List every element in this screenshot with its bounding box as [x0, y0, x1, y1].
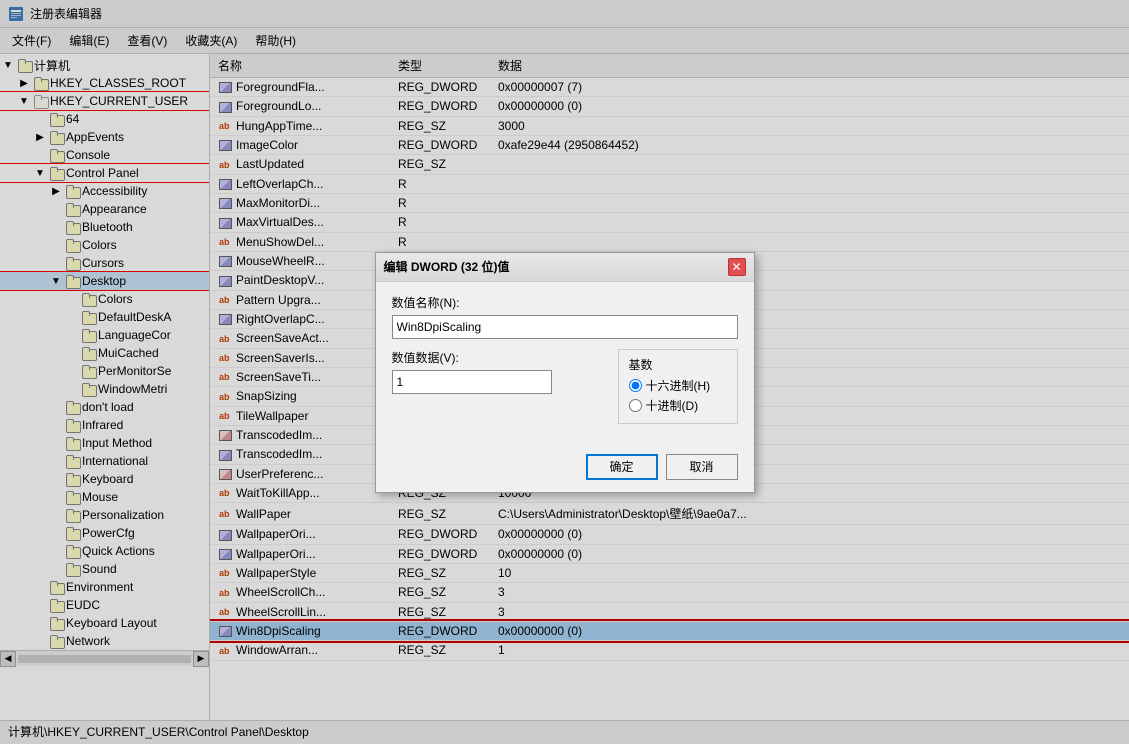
dialog-name-label: 数值名称(N):	[392, 294, 738, 311]
dialog-base-title: 基数	[629, 356, 727, 373]
dialog-title: 编辑 DWORD (32 位)值	[384, 258, 510, 275]
dialog-data-label: 数值数据(V):	[392, 349, 602, 366]
dialog-confirm-button[interactable]: 确定	[586, 454, 658, 480]
dialog-data-input[interactable]	[392, 370, 552, 394]
edit-dword-dialog: 编辑 DWORD (32 位)值 ✕ 数值名称(N): 数值数据(V): 基数 …	[375, 252, 755, 493]
dialog-body: 数值名称(N): 数值数据(V): 基数 十六进制(H) 十进制(D)	[376, 282, 754, 446]
dialog-hex-label: 十六进制(H)	[646, 377, 711, 394]
dialog-name-input[interactable]	[392, 315, 738, 339]
dialog-hex-radio[interactable]	[629, 379, 642, 392]
dialog-dec-radio-item[interactable]: 十进制(D)	[629, 397, 727, 414]
dialog-dec-label: 十进制(D)	[646, 397, 699, 414]
dialog-overlay: 编辑 DWORD (32 位)值 ✕ 数值名称(N): 数值数据(V): 基数 …	[0, 0, 1129, 744]
dialog-base-group: 基数 十六进制(H) 十进制(D)	[618, 349, 738, 424]
dialog-buttons: 确定 取消	[376, 446, 754, 492]
dialog-titlebar: 编辑 DWORD (32 位)值 ✕	[376, 253, 754, 282]
dialog-hex-radio-item[interactable]: 十六进制(H)	[629, 377, 727, 394]
dialog-dec-radio[interactable]	[629, 399, 642, 412]
dialog-close-button[interactable]: ✕	[728, 258, 746, 276]
dialog-cancel-button[interactable]: 取消	[666, 454, 738, 480]
dialog-data-row: 数值数据(V): 基数 十六进制(H) 十进制(D)	[392, 349, 738, 424]
dialog-data-col: 数值数据(V):	[392, 349, 602, 424]
